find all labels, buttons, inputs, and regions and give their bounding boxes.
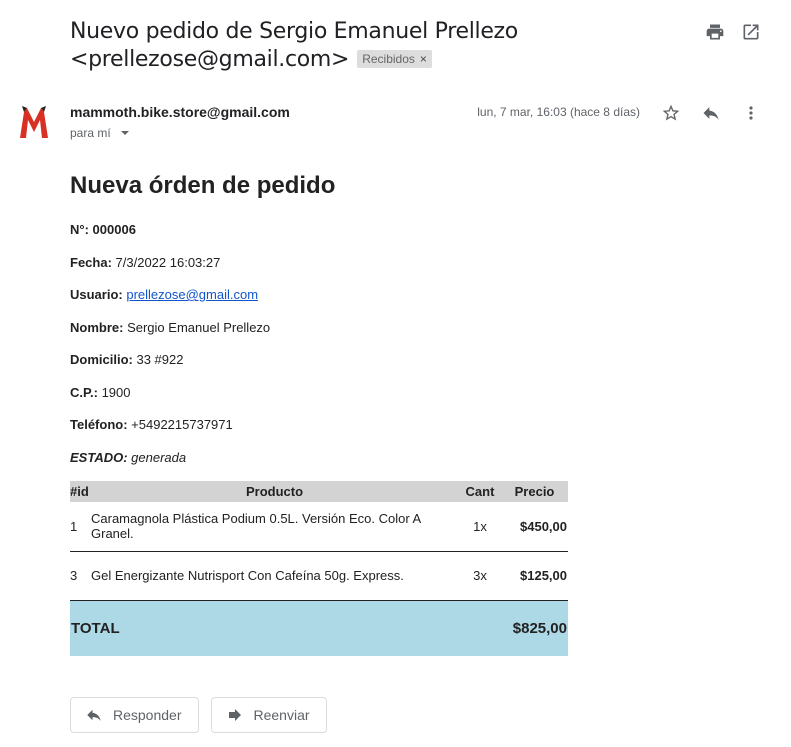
column-header-precio: Precio [502,481,568,502]
open-in-new-icon[interactable] [741,22,761,42]
recipient-dropdown[interactable]: para mí [70,126,129,140]
column-header-cant: Cant [458,481,502,502]
field-numero: N°: 000006 [70,222,570,255]
reply-button-label: Responder [113,707,182,723]
forward-icon [228,709,241,721]
field-telefono-label: Teléfono: [70,417,128,432]
cell-producto: Caramagnola Plástica Podium 0.5L. Versió… [91,502,458,552]
subject-text: Nuevo pedido de Sergio Emanuel Prellezo … [70,19,518,72]
chevron-down-icon [120,131,129,135]
email-subject: Nuevo pedido de Sergio Emanuel Prellezo … [70,18,670,74]
forward-button[interactable]: Reenviar [210,697,327,733]
field-nombre: Nombre: Sergio Emanuel Prellezo [70,320,570,353]
forward-button-label: Reenviar [253,707,310,723]
field-domicilio-label: Domicilio: [70,352,133,367]
cell-precio: $125,00 [502,551,568,601]
remove-label-icon[interactable]: × [420,52,427,66]
reply-icon [87,709,101,721]
star-icon[interactable] [661,103,681,123]
cell-cant: 1x [458,502,502,552]
field-nombre-label: Nombre: [70,319,124,335]
field-estado-label: ESTADO: [70,449,128,465]
cell-cant: 3x [458,551,502,601]
email-date: lun, 7 mar, 16:03 (hace 8 días) [477,105,640,119]
field-estado-value: generada [131,449,187,465]
message-actions [661,103,761,123]
reply-icon[interactable] [701,103,721,123]
table-header-row: #id Producto Cant Precio [70,481,568,502]
total-label: TOTAL [70,600,458,656]
reply-button[interactable]: Responder [70,697,199,733]
field-nombre-value: Sergio Emanuel Prellezo [127,319,271,335]
field-telefono: Teléfono: +5492215737971 [70,417,570,450]
print-icon[interactable] [705,22,725,42]
total-row: TOTAL $825,00 [70,600,568,656]
table-row: 1 Caramagnola Plástica Podium 0.5L. Vers… [70,502,568,552]
field-fecha-label: Fecha: [70,254,112,270]
cell-producto: Gel Energizante Nutrisport Con Cafeína 5… [91,551,458,601]
total-value: $825,00 [458,600,568,656]
cell-precio: $450,00 [502,502,568,552]
field-numero-label: N°: [70,222,89,237]
field-usuario-label: Usuario: [70,287,123,302]
email-body: Nueva órden de pedido N°: 000006 Fecha: … [70,172,570,656]
column-header-id: #id [70,481,91,502]
order-heading: Nueva órden de pedido [70,172,336,199]
field-fecha: Fecha: 7/3/2022 16:03:27 [70,255,570,288]
table-row: 3 Gel Energizante Nutrisport Con Cafeína… [70,551,568,601]
cell-id: 1 [70,502,91,552]
field-cp: C.P.: 1900 [70,385,570,418]
field-domicilio: Domicilio: 33 #922 [70,352,570,385]
reply-actions: Responder Reenviar [70,697,327,733]
field-usuario: Usuario: prellezose@gmail.com [70,287,570,320]
label-chip-recibidos[interactable]: Recibidos × [357,50,432,68]
thread-actions [705,22,761,42]
recipient-label: para mí [70,126,111,140]
field-cp-value: 1900 [101,384,131,400]
user-email-link[interactable]: prellezose@gmail.com [126,287,258,302]
order-table: #id Producto Cant Precio 1 Caramagnola P… [70,481,568,656]
label-chip-text: Recibidos [362,52,415,66]
field-domicilio-value: 33 #922 [136,352,184,367]
field-numero-value: 000006 [92,222,136,237]
field-telefono-value: +5492215737971 [131,417,233,432]
more-vert-icon[interactable] [741,103,761,123]
sender-email: mammoth.bike.store@gmail.com [70,104,290,120]
mammoth-logo-icon [20,106,48,138]
column-header-producto: Producto [91,481,458,502]
field-fecha-value: 7/3/2022 16:03:27 [115,254,221,270]
cell-id: 3 [70,551,91,601]
field-estado: ESTADO: generada [70,450,570,483]
sender-avatar [18,104,50,140]
field-cp-label: C.P.: [70,384,98,400]
